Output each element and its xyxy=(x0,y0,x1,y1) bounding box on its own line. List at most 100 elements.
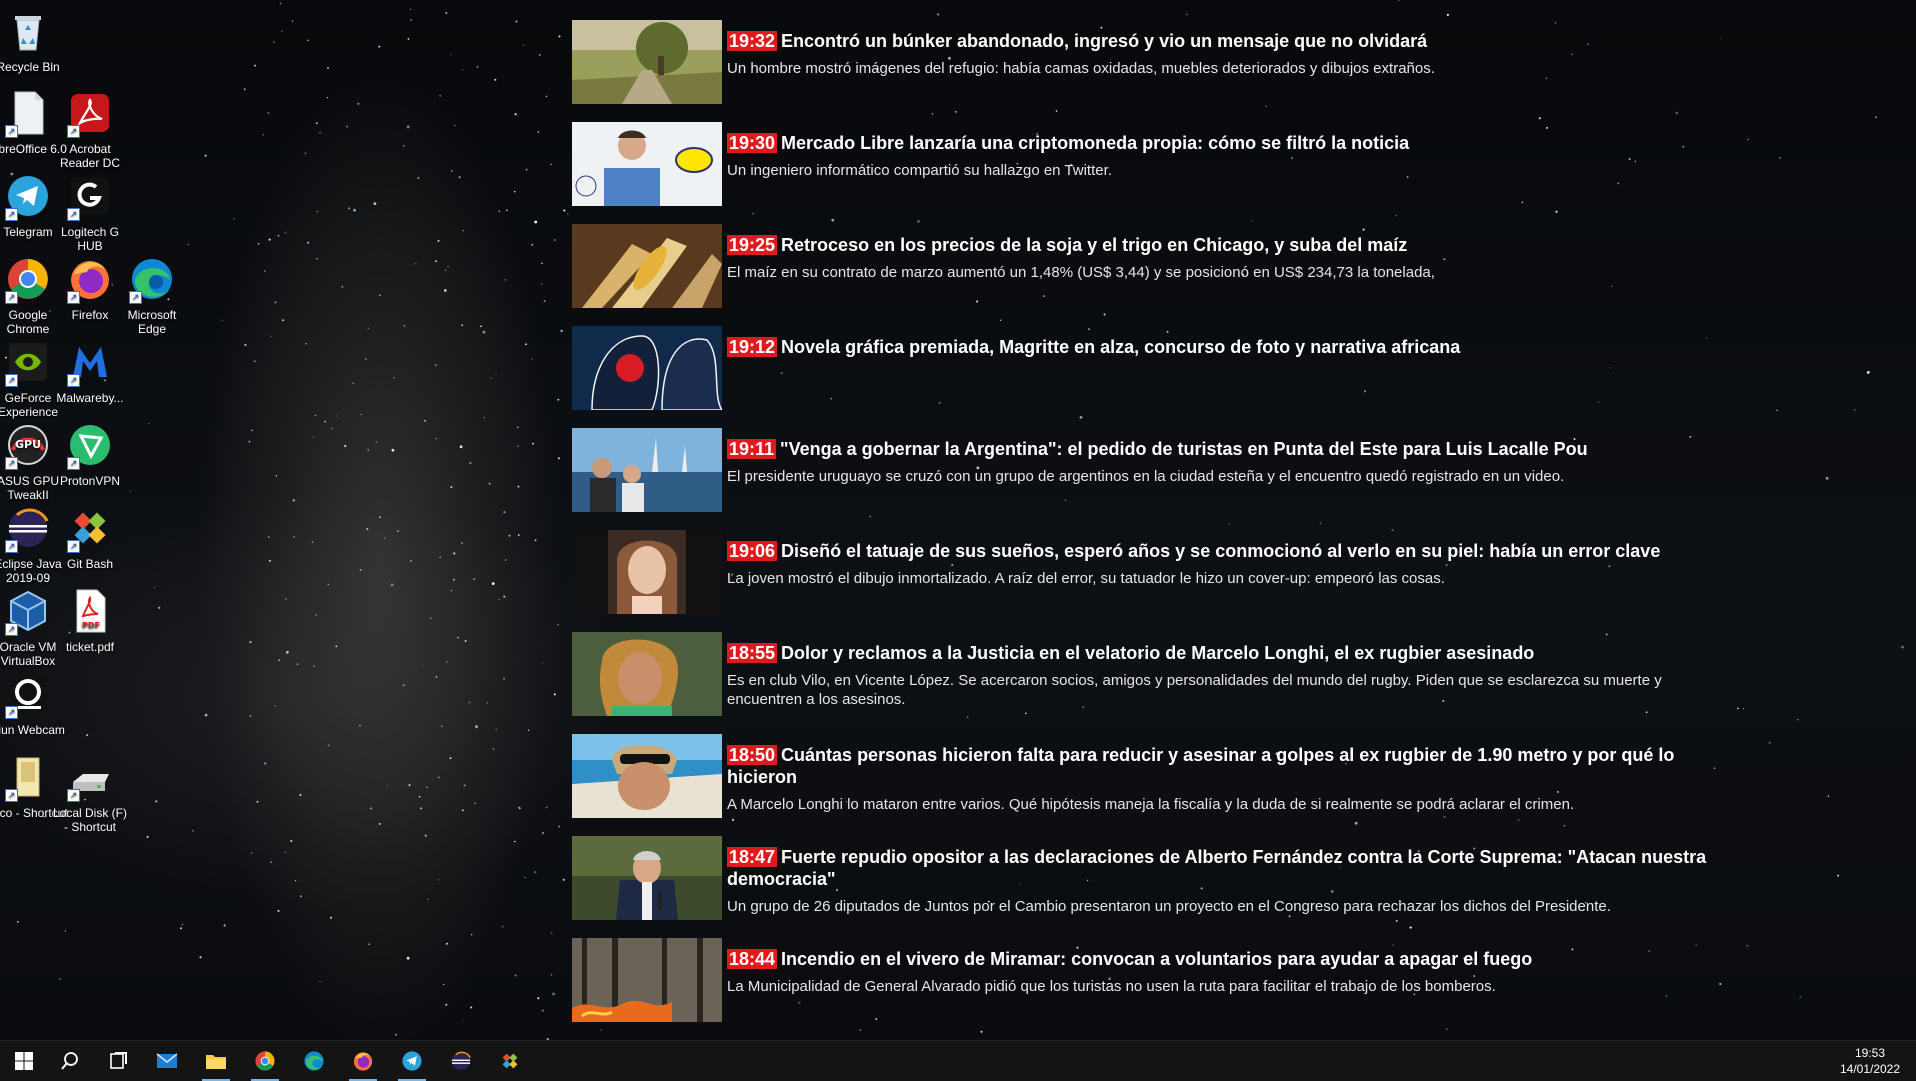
edge-icon: ↗ xyxy=(127,254,177,304)
desktop-icon-label: Acrobat Reader DC xyxy=(59,142,121,170)
news-time-badge: 18:47 xyxy=(727,847,778,867)
news-time-badge: 19:11 xyxy=(727,439,777,459)
desktop-icon-malwarebytes[interactable]: ↗ Malwareby... xyxy=(50,337,130,405)
asus-gpu-icon: GPU ↗ xyxy=(3,420,53,470)
acrobat-icon: ↗ xyxy=(65,88,115,138)
news-thumbnail xyxy=(572,428,722,512)
news-time-badge: 18:44 xyxy=(727,949,778,969)
news-thumbnail xyxy=(572,734,722,818)
news-headline[interactable]: 19:12 Novela gráfica premiada, Magritte e… xyxy=(727,336,1722,358)
desktop-icon-iriun-webcam[interactable]: ↗ Iriun Webcam xyxy=(0,669,68,737)
news-item[interactable]: 18:50 Cuántas personas hicieron falta par… xyxy=(572,732,1722,834)
news-time-badge: 19:32 xyxy=(727,31,778,51)
news-headline[interactable]: 18:55 Dolor y reclamos a la Justicia en e… xyxy=(727,642,1722,664)
news-item[interactable]: 18:44 Incendio en el vivero de Miramar: c… xyxy=(572,936,1722,1038)
eclipse-icon xyxy=(451,1051,471,1071)
svg-text:GPU: GPU xyxy=(15,438,41,451)
start-button[interactable] xyxy=(0,1041,48,1081)
protonvpn-icon: ↗ xyxy=(65,420,115,470)
edge-icon xyxy=(304,1051,324,1071)
eclipse-button[interactable] xyxy=(437,1041,485,1081)
svg-text:PDF: PDF xyxy=(82,621,100,630)
desktop-icon-label: Malwareby... xyxy=(56,391,124,405)
news-title: Diseñó el tatuaje de sus sueños, esperó … xyxy=(781,541,1661,561)
news-item[interactable]: 18:47 Fuerte repudio opositor a las decla… xyxy=(572,834,1722,936)
news-headline[interactable]: 19:32 Encontró un búnker abandonado, ingr… xyxy=(727,30,1722,52)
desktop-icon-label: ticket.pdf xyxy=(65,640,115,654)
desktop-icon-label: Git Bash xyxy=(66,557,114,571)
news-summary: La Municipalidad de General Alvarado pid… xyxy=(727,978,1496,995)
news-headline[interactable]: 18:50 Cuántas personas hicieron falta par… xyxy=(727,744,1722,788)
desktop-icon-logitech[interactable]: ↗ Logitech G HUB xyxy=(50,171,130,253)
virtualbox-icon: ↗ xyxy=(3,586,53,636)
telegram-button[interactable] xyxy=(388,1041,436,1081)
desktop-icon-acrobat[interactable]: ↗ Acrobat Reader DC xyxy=(50,88,130,170)
taskbar: 19:53 14/01/2022 xyxy=(0,1040,1916,1081)
news-thumbnail xyxy=(572,632,722,716)
chrome-icon: ↗ xyxy=(3,254,53,304)
news-headline[interactable]: 19:11 "Venga a gobernar la Argentina": el… xyxy=(727,438,1722,460)
news-thumbnail xyxy=(572,836,722,920)
news-thumbnail xyxy=(572,224,722,308)
desktop-icon-ticket-pdf[interactable]: PDF ticket.pdf xyxy=(50,586,130,654)
system-clock[interactable]: 19:53 14/01/2022 xyxy=(1830,1045,1910,1077)
chrome-button[interactable] xyxy=(241,1041,289,1081)
task-view-icon xyxy=(110,1052,127,1069)
news-summary: Un grupo de 26 diputados de Juntos por e… xyxy=(727,898,1611,915)
desktop-icon-protonvpn[interactable]: ↗ ProtonVPN xyxy=(50,420,130,488)
news-summary: Un hombre mostró imágenes del refugio: h… xyxy=(727,60,1435,77)
news-time-badge: 19:30 xyxy=(727,133,778,153)
news-item[interactable]: 19:06 Diseñó el tatuaje de sus sueños, es… xyxy=(572,528,1722,630)
news-summary: La joven mostró el dibujo inmortalizado.… xyxy=(727,570,1445,587)
desktop-icon-label: Local Disk (F) - Shortcut xyxy=(52,806,127,834)
news-item[interactable]: 19:32 Encontró un búnker abandonado, ingr… xyxy=(572,18,1722,120)
news-item[interactable]: 19:12 Novela gráfica premiada, Magritte e… xyxy=(572,324,1722,426)
news-summary: A Marcelo Longhi lo mataron entre varios… xyxy=(727,796,1575,813)
news-time-badge: 18:50 xyxy=(727,745,778,765)
desktop-icon-label: Logitech G HUB xyxy=(60,225,120,253)
folder-shortcut-icon: ↗ xyxy=(3,752,53,802)
news-title: Dolor y reclamos a la Justicia en el vel… xyxy=(781,643,1535,663)
news-item[interactable]: 19:30 Mercado Libre lanzaría una criptomo… xyxy=(572,120,1722,222)
news-title: Retroceso en los precios de la soja y el… xyxy=(781,235,1408,255)
news-title: Incendio en el vivero de Miramar: convoc… xyxy=(781,949,1533,969)
news-item[interactable]: 18:55 Dolor y reclamos a la Justicia en e… xyxy=(572,630,1722,732)
file-explorer-button[interactable] xyxy=(192,1041,240,1081)
news-headline[interactable]: 19:30 Mercado Libre lanzaría una criptomo… xyxy=(727,132,1722,154)
news-time-badge: 19:12 xyxy=(727,337,778,357)
windows-icon xyxy=(15,1052,33,1070)
desktop-icon-label: Microsoft Edge xyxy=(127,308,177,336)
desktop-icon-edge[interactable]: ↗ Microsoft Edge xyxy=(112,254,192,336)
edge-button[interactable] xyxy=(290,1041,338,1081)
news-time-badge: 19:06 xyxy=(727,541,778,561)
desktop-icon-git-bash[interactable]: ↗ Git Bash xyxy=(50,503,130,571)
news-feed: 19:32 Encontró un búnker abandonado, ingr… xyxy=(572,18,1722,1038)
news-headline[interactable]: 19:06 Diseñó el tatuaje de sus sueños, es… xyxy=(727,540,1722,562)
search-button[interactable] xyxy=(46,1041,94,1081)
clock-time: 19:53 xyxy=(1854,1046,1886,1060)
iriun-webcam-icon: ↗ xyxy=(3,669,53,719)
firefox-button[interactable] xyxy=(339,1041,387,1081)
news-thumbnail xyxy=(572,20,722,104)
news-item[interactable]: 19:11 "Venga a gobernar la Argentina": el… xyxy=(572,426,1722,528)
eclipse-icon: ↗ xyxy=(3,503,53,553)
news-headline[interactable]: 18:44 Incendio en el vivero de Miramar: c… xyxy=(727,948,1722,970)
desktop-icon-label: ProtonVPN xyxy=(59,474,121,488)
desktop-icon-local-disk[interactable]: ↗ Local Disk (F) - Shortcut xyxy=(50,752,130,834)
news-headline[interactable]: 19:25 Retroceso en los precios de la soja… xyxy=(727,234,1722,256)
desktop-icon-recycle-bin[interactable]: Recycle Bin xyxy=(0,6,68,74)
telegram-icon: ↗ xyxy=(3,171,53,221)
news-title: Fuerte repudio opositor a las declaracio… xyxy=(727,847,1707,889)
git-bash-icon: ↗ xyxy=(65,503,115,553)
git-bash-button[interactable] xyxy=(486,1041,534,1081)
news-item[interactable]: 19:25 Retroceso en los precios de la soja… xyxy=(572,222,1722,324)
news-thumbnail xyxy=(572,530,722,614)
chrome-icon xyxy=(255,1051,275,1071)
desktop-icon-label: Recycle Bin xyxy=(0,60,60,74)
news-title: Encontró un búnker abandonado, ingresó y… xyxy=(781,31,1428,51)
task-view-button[interactable] xyxy=(94,1041,142,1081)
news-headline[interactable]: 18:47 Fuerte repudio opositor a las decla… xyxy=(727,846,1722,890)
mail-button[interactable] xyxy=(143,1041,191,1081)
pdf-file-icon: PDF xyxy=(65,586,115,636)
news-thumbnail xyxy=(572,938,722,1022)
